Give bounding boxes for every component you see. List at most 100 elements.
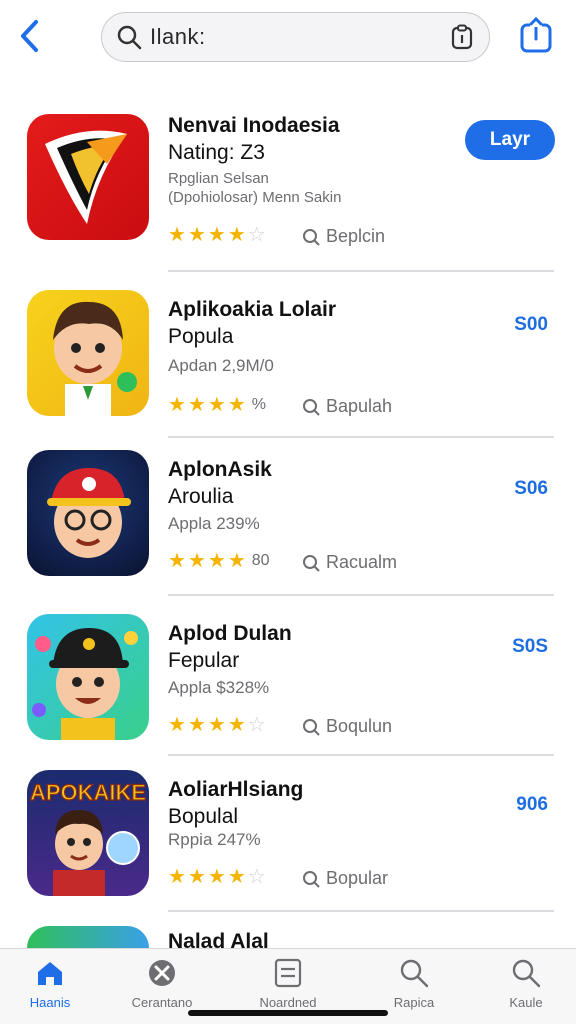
search-icon xyxy=(303,554,320,572)
star-icon: ★ xyxy=(168,224,186,246)
divider xyxy=(168,594,554,596)
clipboard-icon[interactable] xyxy=(449,23,475,51)
apokaike-icon: APOKAIKE xyxy=(27,770,149,896)
tab-search-2[interactable]: Kaule xyxy=(476,957,576,1010)
category-label: Bopular xyxy=(326,868,389,888)
search-icon xyxy=(303,870,320,888)
search-icon xyxy=(398,957,430,989)
star-icon: ★ xyxy=(187,394,206,416)
home-indicator xyxy=(188,1010,388,1016)
tab-search[interactable]: Rapica xyxy=(364,957,464,1010)
star-empty-icon: ☆ xyxy=(247,714,266,736)
app-title: AplonAsik Aroulia xyxy=(168,456,458,510)
category-tag[interactable]: Beplcin xyxy=(302,226,385,247)
app-title: AoliarHlsiang Bopulal xyxy=(168,776,458,830)
star-icon: ★ xyxy=(207,866,226,888)
star-rating: ★ ★ ★ ★ ☆ xyxy=(168,224,266,246)
star-icon: ★ xyxy=(168,550,186,572)
share-button[interactable] xyxy=(518,16,554,54)
partial-app-icon xyxy=(27,926,149,948)
share-icon xyxy=(520,17,552,53)
divider xyxy=(168,270,554,272)
app-title-line1: Aplod Dulan xyxy=(168,622,292,645)
back-button[interactable] xyxy=(14,18,44,54)
tab-label: Noardned xyxy=(259,995,317,1010)
app-subtitle: Rpglian Selsan xyxy=(168,170,269,187)
star-icon: ★ xyxy=(187,224,206,246)
app-title-line1: Aplikoakia Lolair xyxy=(168,298,337,321)
divider xyxy=(168,436,554,438)
cartoon-boy-icon xyxy=(27,290,149,416)
star-icon: ★ xyxy=(207,224,226,246)
tab-label: Kaule xyxy=(509,995,543,1010)
star-icon: ★ xyxy=(187,550,206,572)
tab-label: Rapica xyxy=(393,995,435,1010)
app-title-line2: Nating: Z3 xyxy=(168,141,265,164)
divider xyxy=(168,910,554,912)
star-icon: ★ xyxy=(227,866,246,888)
app-title-line2: Fepular xyxy=(168,649,240,672)
tab-label: Haanis xyxy=(29,995,71,1010)
star-icon: ★ xyxy=(227,224,246,246)
search-icon xyxy=(303,718,320,736)
search-icon xyxy=(116,24,142,50)
app-subtitle: Appla $328% xyxy=(168,678,270,697)
category-tag[interactable]: Bapulah xyxy=(302,396,392,417)
app-title-line1: AoliarHlsiang xyxy=(168,778,304,801)
app-title-line2: Popula xyxy=(168,325,234,348)
app-title-line2: Aroulia xyxy=(168,485,234,508)
rating-text: % xyxy=(251,396,266,413)
list-icon xyxy=(272,957,304,989)
star-icon: ★ xyxy=(168,866,186,888)
app-title: Aplikoakia Lolair Popula xyxy=(168,296,458,350)
star-icon: ★ xyxy=(227,550,246,572)
chevron-left-icon xyxy=(21,20,38,52)
search-icon xyxy=(510,957,542,989)
search-bar[interactable]: Ilank: xyxy=(101,12,490,62)
tools-icon xyxy=(146,957,178,989)
top-bar: Ilank: xyxy=(0,0,576,80)
divider xyxy=(168,754,554,756)
tab-label: Cerantano xyxy=(131,995,193,1010)
category-tag[interactable]: Racualm xyxy=(302,552,397,573)
star-rating: ★ ★ ★ ★ 80 xyxy=(168,550,270,572)
tab-tools[interactable]: Cerantano xyxy=(112,957,212,1010)
app-subtitle: Apdan 2,9M/0 xyxy=(168,356,274,375)
red-bird-icon xyxy=(27,114,149,240)
star-icon: ★ xyxy=(227,394,246,416)
candy-boy-icon xyxy=(27,614,149,740)
tab-home[interactable]: Haanis xyxy=(0,957,100,1010)
get-button[interactable]: Layr xyxy=(465,120,555,160)
price-button[interactable]: S0S xyxy=(512,636,548,658)
app-title-line1: Nenvai Inodaesia xyxy=(168,114,340,137)
star-icon: ★ xyxy=(207,550,226,572)
price-button[interactable]: S06 xyxy=(514,478,548,500)
tab-list[interactable]: Noardned xyxy=(238,957,338,1010)
category-label: Bapulah xyxy=(326,396,393,416)
star-icon: ★ xyxy=(168,394,186,416)
apokaike-logo-text: APOKAIKE xyxy=(30,780,146,805)
search-icon xyxy=(303,228,320,246)
search-input[interactable]: Ilank: xyxy=(150,24,449,50)
star-icon: ★ xyxy=(187,866,206,888)
category-tag[interactable]: Boqulun xyxy=(302,716,392,737)
star-icon: ★ xyxy=(227,714,246,736)
cap-boy-icon xyxy=(27,450,149,576)
star-icon: ★ xyxy=(187,714,206,736)
category-label: Racualm xyxy=(326,552,398,572)
category-label: Beplcin xyxy=(326,226,386,246)
category-tag[interactable]: Bopular xyxy=(302,868,388,889)
star-icon: ★ xyxy=(168,714,186,736)
price-button[interactable]: S00 xyxy=(514,314,548,336)
search-icon xyxy=(303,398,320,416)
app-subtitle-2: (Dpohiolosar) Menn Sakin xyxy=(168,189,342,206)
app-title: Nenvai Inodaesia Nating: Z3 xyxy=(168,112,458,166)
app-title-line1: AplonAsik xyxy=(168,458,272,481)
star-rating: ★ ★ ★ ★ % xyxy=(168,394,266,416)
price-button[interactable]: 906 xyxy=(516,794,548,816)
home-icon xyxy=(34,957,66,989)
app-title: Aplod Dulan Fepular xyxy=(168,620,458,674)
app-subtitle: Appla 239% xyxy=(168,514,260,533)
star-empty-icon: ☆ xyxy=(247,866,266,888)
star-rating: ★ ★ ★ ★ ☆ xyxy=(168,714,266,736)
